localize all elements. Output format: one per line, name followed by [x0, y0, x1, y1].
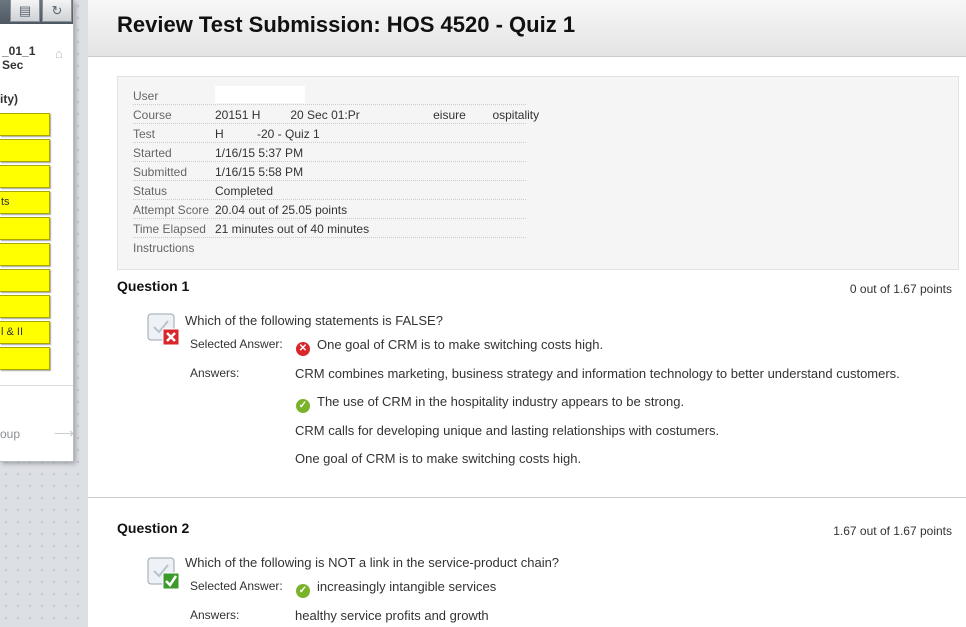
summary-row-course: Course 20151 H 20 Sec 01:Pr eisure ospit…: [133, 105, 539, 124]
answer-option-3: CRM calls for developing unique and last…: [295, 423, 720, 438]
question-text: Which of the following is NOT a link in …: [185, 555, 560, 570]
answer-option-2: The use of CRM in the hospitality indust…: [317, 394, 685, 409]
question-points: 0 out of 1.67 points: [849, 282, 952, 296]
question-heading: Question 2: [117, 520, 190, 536]
summary-row-instructions: Instructions: [133, 238, 526, 257]
refresh-icon: ↻: [51, 3, 63, 18]
submission-summary: User Course 20151 H 20 Sec 01:Pr eisure …: [117, 76, 959, 270]
course-subtitle: ity): [0, 92, 18, 106]
summary-label: Time Elapsed: [133, 222, 206, 236]
summary-value: H -20 - Quiz 1: [215, 127, 320, 141]
question-heading: Question 1: [117, 278, 190, 294]
summary-label: Attempt Score: [133, 203, 210, 217]
folder-icon: ▤: [18, 3, 32, 18]
summary-value: 20.04 out of 25.05 points: [215, 203, 348, 217]
course-menu: ▤ ↻ _01_1 Sec ⌂ ity) ts l & II oup ⟶: [0, 0, 74, 462]
correct-mark-icon: ✓: [296, 399, 310, 413]
menu-button-1[interactable]: [0, 113, 50, 136]
menu-button-3[interactable]: [0, 165, 50, 188]
summary-row-attempt-score: Attempt Score 20.04 out of 25.05 points: [133, 200, 526, 219]
main-content: Review Test Submission: HOS 4520 - Quiz …: [88, 0, 966, 627]
menu-button-5[interactable]: [0, 217, 50, 240]
wrong-mark-icon: ✕: [296, 342, 310, 356]
answers-label: Answers:: [190, 366, 240, 380]
summary-label: User: [133, 89, 159, 103]
summary-label: Started: [133, 146, 172, 160]
home-icon[interactable]: ⌂: [55, 46, 67, 61]
redaction-box: [215, 86, 305, 103]
answers-label: Answers:: [190, 608, 240, 622]
incorrect-answer-icon: [147, 313, 180, 346]
summary-value: 1/16/15 5:58 PM: [215, 165, 304, 179]
answer-option-4: One goal of CRM is to make switching cos…: [295, 451, 582, 466]
summary-value: 20151 H 20 Sec 01:Pr eisure ospitality: [215, 108, 540, 122]
course-title[interactable]: _01_1 Sec: [2, 44, 50, 72]
answer-option-1: CRM combines marketing, business strateg…: [295, 366, 900, 381]
summary-row-time-elapsed: Time Elapsed 21 minutes out of 40 minute…: [133, 219, 526, 238]
summary-row-test: Test H -20 - Quiz 1: [133, 124, 526, 143]
summary-label: Submitted: [133, 165, 188, 179]
menu-button-7[interactable]: [0, 269, 50, 292]
menu-group-link[interactable]: oup: [0, 427, 20, 441]
summary-label: Test: [133, 127, 156, 141]
menu-button-6[interactable]: [0, 243, 50, 266]
question-separator: [88, 497, 966, 498]
summary-row-status: Status Completed: [133, 181, 526, 200]
page-header: Review Test Submission: HOS 4520 - Quiz …: [88, 0, 966, 57]
page-title: Review Test Submission: HOS 4520 - Quiz …: [117, 12, 576, 37]
question-text: Which of the following statements is FAL…: [185, 313, 443, 328]
selected-answer-text: One goal of CRM is to make switching cos…: [317, 337, 604, 352]
menu-button-10[interactable]: [0, 347, 50, 370]
selected-answer-label: Selected Answer:: [190, 337, 283, 351]
answer-option-1: healthy service profits and growth: [295, 608, 489, 623]
correct-mark-icon: ✓: [296, 584, 310, 598]
selected-answer-label: Selected Answer:: [190, 579, 283, 593]
menu-button-8[interactable]: [0, 295, 50, 318]
correct-answer-icon: [147, 557, 180, 590]
arrow-right-icon[interactable]: ⟶: [54, 425, 73, 442]
menu-divider: [0, 385, 73, 386]
summary-row-user: User: [133, 86, 526, 105]
folder-view-button[interactable]: ▤: [10, 0, 40, 22]
menu-button-4[interactable]: ts: [0, 191, 50, 214]
summary-row-submitted: Submitted 1/16/15 5:58 PM: [133, 162, 526, 181]
refresh-button[interactable]: ↻: [42, 0, 72, 22]
course-title-line1: _01_1: [2, 44, 36, 58]
summary-label: Instructions: [133, 241, 195, 255]
summary-label: Status: [133, 184, 168, 198]
summary-value: 21 minutes out of 40 minutes: [215, 222, 370, 236]
summary-value: Completed: [215, 184, 274, 198]
summary-label: Course: [133, 108, 172, 122]
menu-button-2[interactable]: [0, 139, 50, 162]
selected-answer-text: increasingly intangible services: [317, 579, 497, 594]
course-menu-toolbar: ▤ ↻: [0, 0, 73, 24]
menu-button-9[interactable]: l & II: [0, 321, 50, 344]
question-points: 1.67 out of 1.67 points: [833, 524, 952, 538]
course-title-line2: Sec: [2, 58, 24, 72]
summary-row-started: Started 1/16/15 5:37 PM: [133, 143, 526, 162]
summary-value: 1/16/15 5:37 PM: [215, 146, 304, 160]
